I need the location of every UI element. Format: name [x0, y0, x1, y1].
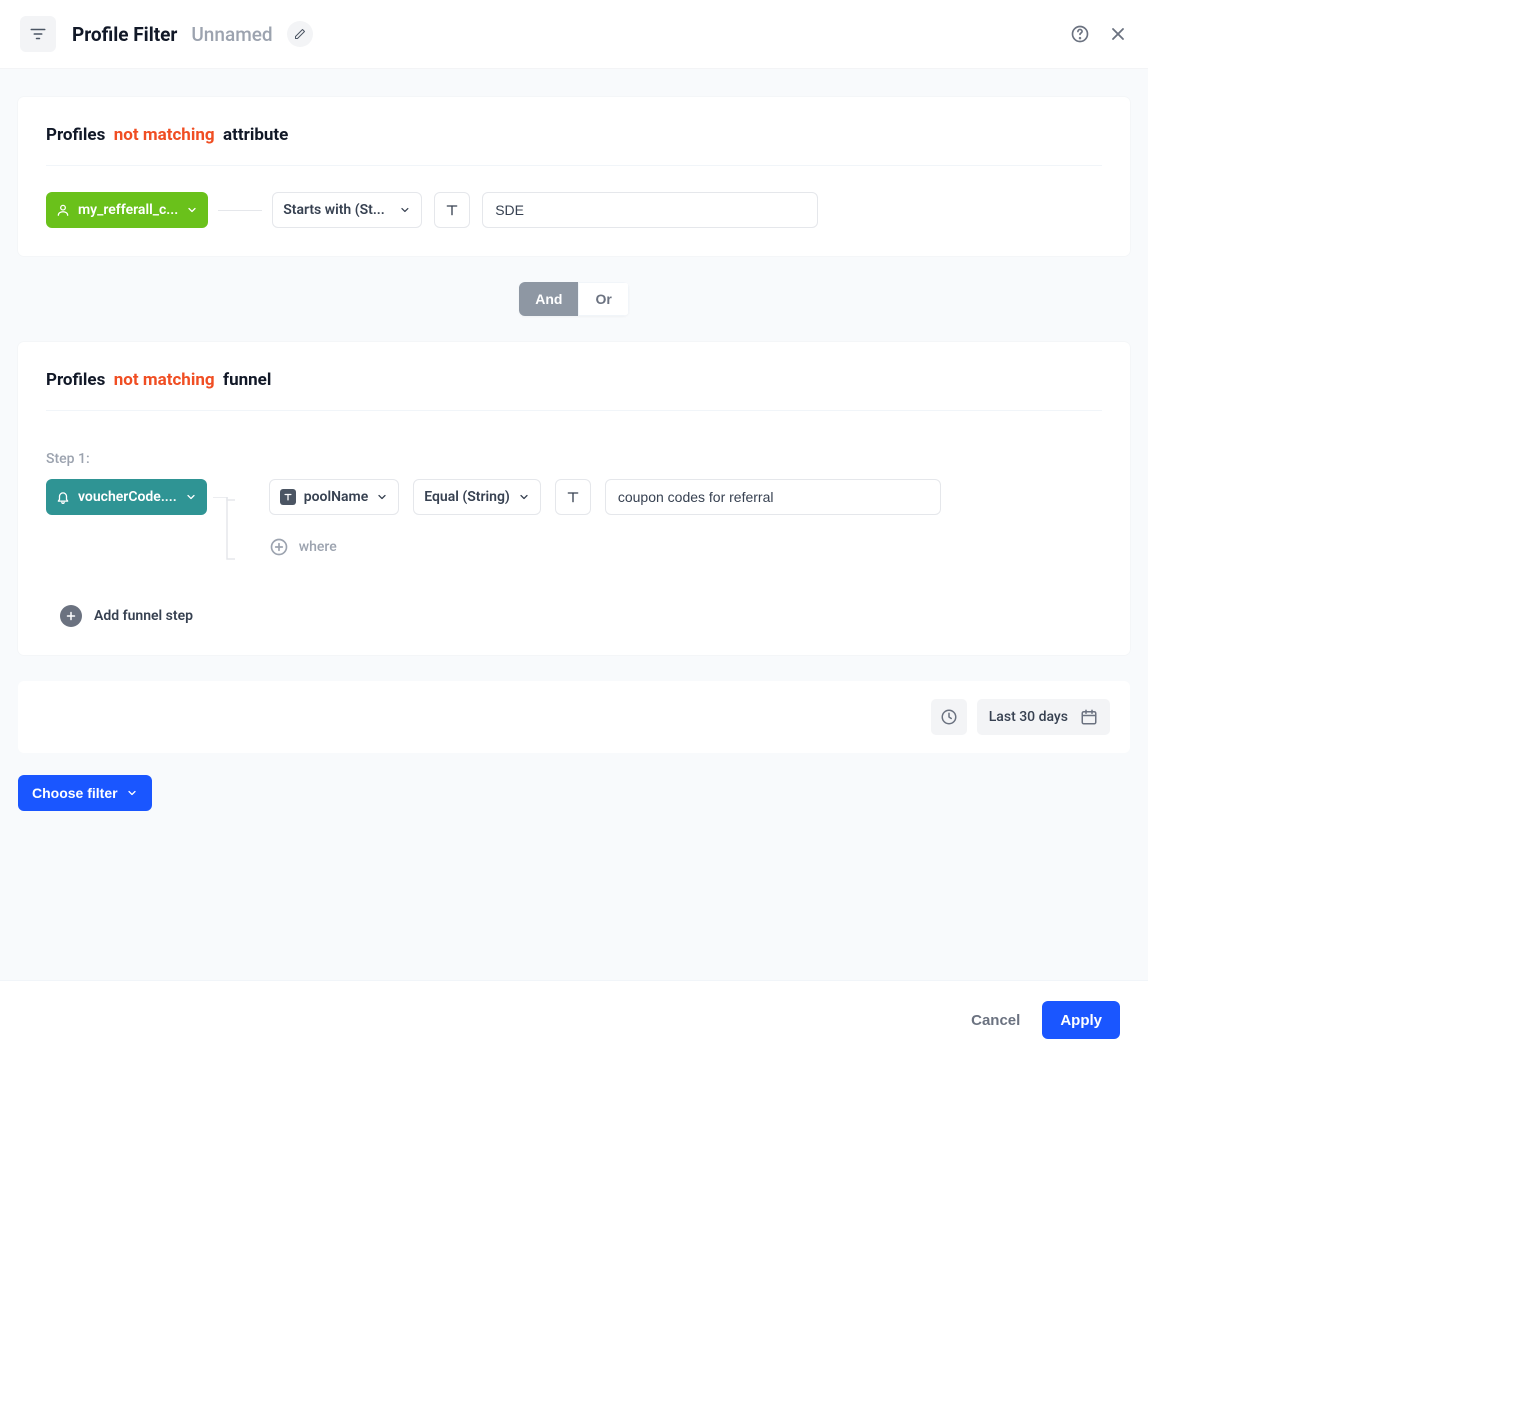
property-label: poolName [304, 489, 368, 505]
attribute-chip-label: my_refferall_c... [78, 202, 178, 218]
close-button[interactable] [1108, 24, 1128, 44]
text-type-button[interactable] [434, 192, 470, 228]
date-strip: Last 30 days [18, 681, 1130, 753]
value-input[interactable] [605, 479, 941, 515]
header: Profile Filter Unnamed [0, 0, 1148, 69]
cancel-button[interactable]: Cancel [971, 1012, 1020, 1029]
filter-icon [20, 16, 56, 52]
page-title: Profile Filter [72, 23, 177, 46]
chevron-down-icon [518, 491, 530, 503]
help-icon [1070, 24, 1090, 44]
add-where-button[interactable]: where [269, 537, 1102, 557]
apply-button[interactable]: Apply [1042, 1001, 1120, 1039]
value-input[interactable] [482, 192, 818, 228]
person-icon [56, 203, 70, 217]
footer: Cancel Apply [0, 980, 1148, 1059]
and-button[interactable]: And [519, 282, 578, 316]
choose-filter-label: Choose filter [32, 785, 118, 801]
where-label: where [299, 539, 337, 555]
operator-label: Starts with (St... [283, 202, 391, 218]
chevron-down-icon [126, 787, 138, 799]
operator-selector[interactable]: Starts with (St... [272, 192, 422, 228]
text-icon [283, 492, 293, 502]
step-label: Step 1: [46, 451, 1102, 467]
bell-icon [56, 490, 70, 504]
clock-icon [940, 708, 958, 726]
add-funnel-step-button[interactable]: Add funnel step [60, 605, 1102, 627]
attribute-section-heading: Profiles not matching attribute [46, 125, 1102, 166]
attribute-chip[interactable]: my_refferall_c... [46, 192, 208, 228]
choose-filter-button[interactable]: Choose filter [18, 775, 152, 811]
equality-label: Equal (String) [424, 489, 510, 505]
heading-text: Profiles [46, 125, 105, 145]
chevron-down-icon [186, 204, 198, 216]
funnel-section-heading: Profiles not matching funnel [46, 370, 1102, 411]
close-icon [1108, 24, 1128, 44]
equality-selector[interactable]: Equal (String) [413, 479, 541, 515]
edit-name-button[interactable] [287, 21, 313, 47]
page-subtitle: Unnamed [191, 23, 272, 46]
help-button[interactable] [1070, 24, 1090, 44]
chevron-down-icon [399, 204, 411, 216]
plus-circle-icon [269, 537, 289, 557]
chevron-down-icon [376, 491, 388, 503]
chevron-down-icon [185, 491, 197, 503]
funnel-filter-card: Profiles not matching funnel Step 1: vou… [18, 342, 1130, 655]
text-icon [444, 202, 460, 218]
logic-toggle: And Or [519, 282, 629, 316]
heading-text: attribute [223, 125, 288, 145]
date-range-selector[interactable]: Last 30 days [977, 699, 1110, 735]
heading-text: Profiles [46, 370, 105, 390]
text-type-button[interactable] [555, 479, 591, 515]
bracket-connector [207, 479, 235, 557]
pencil-icon [294, 28, 306, 40]
heading-highlight: not matching [114, 370, 215, 390]
plus-icon [65, 610, 77, 622]
event-chip[interactable]: voucherCode.... [46, 479, 207, 515]
or-button[interactable]: Or [578, 282, 628, 316]
heading-text: funnel [223, 370, 271, 390]
heading-highlight: not matching [114, 125, 215, 145]
text-icon [565, 489, 581, 505]
connector-line [218, 210, 262, 211]
attribute-filter-card: Profiles not matching attribute my_reffe… [18, 97, 1130, 256]
add-step-label: Add funnel step [94, 608, 193, 624]
property-selector[interactable]: poolName [269, 479, 399, 515]
event-chip-label: voucherCode.... [78, 489, 177, 505]
date-range-label: Last 30 days [989, 709, 1068, 725]
time-settings-button[interactable] [931, 699, 967, 735]
calendar-icon [1080, 708, 1098, 726]
